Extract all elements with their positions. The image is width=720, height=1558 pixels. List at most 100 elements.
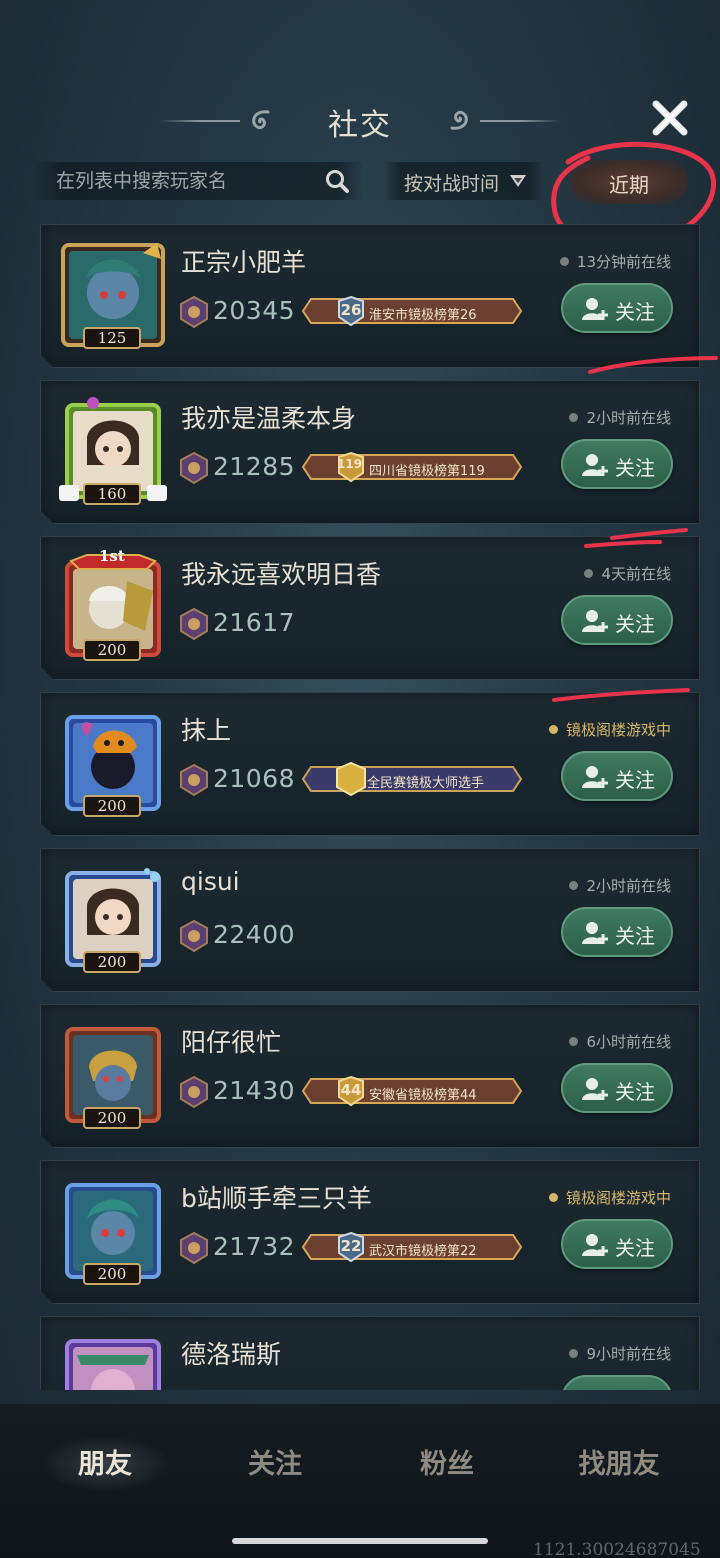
score: 21285 [213, 452, 296, 481]
friend-card[interactable]: 125 正宗小肥羊 20345 26 淮安市镜极榜第26 13分钟前在线 关注 [40, 224, 700, 368]
level-badge: 200 [83, 1107, 141, 1129]
build-id: 1121.30024687045 [533, 1540, 701, 1558]
banner-text: 淮安市镜极榜第26 [369, 308, 477, 323]
close-icon[interactable] [648, 96, 692, 140]
add-user-icon [581, 1232, 609, 1258]
online-status: 13分钟前在线 [560, 251, 671, 272]
toolbar: 按对战时间 近期 [0, 160, 720, 204]
level-badge: 200 [83, 951, 141, 973]
rank-crest-icon [177, 919, 211, 953]
friend-card[interactable]: 德洛瑞斯 9小时前在线 关注 [40, 1316, 700, 1390]
online-status: 2小时前在线 [569, 407, 671, 428]
tab-find-friends-label: 找朋友 [578, 1449, 660, 1480]
level-badge: 200 [83, 1263, 141, 1285]
follow-button[interactable]: 关注 [561, 439, 673, 489]
friend-card[interactable]: 200 阳仔很忙 21430 44 安徽省镜极榜第44 6小时前在线 关注 [40, 1004, 700, 1148]
status-text: 2小时前在线 [586, 877, 671, 895]
first-place-badge: 1st [99, 547, 125, 565]
score: 21068 [213, 764, 296, 793]
follow-label: 关注 [615, 456, 655, 480]
rank-crest-icon [177, 1231, 211, 1265]
player-name: 我永远喜欢明日香 [181, 560, 382, 589]
status-dot [569, 1037, 578, 1046]
rank-crest-icon [177, 1075, 211, 1109]
follow-button[interactable]: 关注 [561, 1063, 673, 1113]
follow-label: 关注 [615, 1236, 655, 1260]
friend-card[interactable]: 1st 200 我永远喜欢明日香 21617 4天前在线 关注 [40, 536, 700, 680]
banner-rank-number: 44 [340, 1081, 362, 1099]
follow-label: 关注 [615, 924, 655, 948]
player-name: 阳仔很忙 [181, 1028, 282, 1057]
online-status: 6小时前在线 [569, 1031, 671, 1052]
tab-fans-label: 粉丝 [420, 1449, 474, 1480]
follow-button[interactable]: 关注 [561, 1219, 673, 1269]
status-text: 13分钟前在线 [576, 253, 671, 271]
friend-card[interactable]: 200 qisui 22400 2小时前在线 关注 [40, 848, 700, 992]
add-user-icon [581, 452, 609, 478]
rank-crest-icon [177, 451, 211, 485]
online-status: 2小时前在线 [569, 875, 671, 896]
add-user-icon [581, 296, 609, 322]
banner-text: 四川省镜极榜第119 [369, 464, 485, 479]
banner-text: 全民赛镜极大师选手 [367, 776, 485, 791]
follow-button[interactable]: 关注 [561, 907, 673, 957]
follow-label: 关注 [615, 768, 655, 792]
tab-following-label: 关注 [248, 1449, 302, 1480]
chevron-down-icon [510, 175, 526, 187]
friend-card[interactable]: 160 我亦是温柔本身 21285 119 四川省镜极榜第119 2小时前在线 … [40, 380, 700, 524]
home-indicator[interactable] [232, 1538, 488, 1544]
player-name: 德洛瑞斯 [181, 1340, 282, 1369]
score: 21617 [213, 608, 296, 637]
follow-button[interactable]: 关注 [561, 283, 673, 333]
player-name: b站顺手牵三只羊 [181, 1184, 372, 1213]
rank-banner [301, 1385, 523, 1390]
sort-dropdown[interactable]: 按对战时间 [384, 162, 544, 200]
search-box [34, 162, 364, 200]
follow-button[interactable]: 关注 [561, 751, 673, 801]
bottom-nav: 朋友 关注 粉丝 找朋友 1121.30024687045 [0, 1404, 720, 1558]
follow-button[interactable]: 关注 [561, 595, 673, 645]
status-dot [560, 257, 569, 266]
sort-label: 按对战时间 [404, 173, 500, 195]
banner-text: 安徽省镜极榜第44 [369, 1088, 477, 1103]
banner-rank-number: 22 [340, 1237, 362, 1255]
score: 21732 [213, 1232, 296, 1261]
rank-crest-icon [177, 763, 211, 797]
friend-card[interactable]: 200 抹上 21068 全民赛镜极大师选手 镜极阁楼游戏中 关注 [40, 692, 700, 836]
status-dot [569, 881, 578, 890]
search-icon[interactable] [324, 168, 350, 194]
level-badge: 200 [83, 795, 141, 817]
tab-friends[interactable]: 朋友 [30, 1436, 180, 1492]
follow-label: 关注 [615, 1080, 655, 1104]
follow-label: 关注 [615, 1388, 655, 1390]
header: 社交 [0, 88, 720, 152]
add-user-icon [581, 920, 609, 946]
level-badge: 125 [83, 327, 141, 349]
friend-card[interactable]: 200 b站顺手牵三只羊 21732 22 武汉市镜极榜第22 镜极阁楼游戏中 … [40, 1160, 700, 1304]
banner-rank-number: 119 [337, 457, 363, 471]
online-status: 4天前在线 [584, 563, 671, 584]
status-text: 镜极阁楼游戏中 [565, 1189, 671, 1207]
recent-filter-button[interactable]: 近期 [570, 160, 688, 204]
status-text: 2小时前在线 [586, 409, 671, 427]
follow-label: 关注 [615, 612, 655, 636]
status-dot [584, 569, 593, 578]
score: 21430 [213, 1076, 296, 1105]
online-status: 镜极阁楼游戏中 [549, 1187, 671, 1208]
add-user-icon [581, 764, 609, 790]
banner-text: 武汉市镜极榜第22 [369, 1244, 477, 1259]
avatar[interactable] [57, 1331, 169, 1390]
follow-button[interactable]: 关注 [561, 1375, 673, 1390]
banner-rank-number: 26 [340, 301, 362, 319]
player-name: 正宗小肥羊 [181, 248, 307, 277]
rank-crest-icon [177, 607, 211, 641]
search-input[interactable] [56, 166, 316, 196]
score: 22400 [213, 920, 296, 949]
tab-following[interactable]: 关注 [200, 1442, 350, 1490]
status-text: 4天前在线 [601, 565, 671, 583]
tab-fans[interactable]: 粉丝 [372, 1442, 522, 1490]
player-name: 我亦是温柔本身 [181, 404, 357, 433]
score: 20345 [213, 296, 296, 325]
tab-find-friends[interactable]: 找朋友 [544, 1442, 694, 1490]
add-user-icon [581, 608, 609, 634]
